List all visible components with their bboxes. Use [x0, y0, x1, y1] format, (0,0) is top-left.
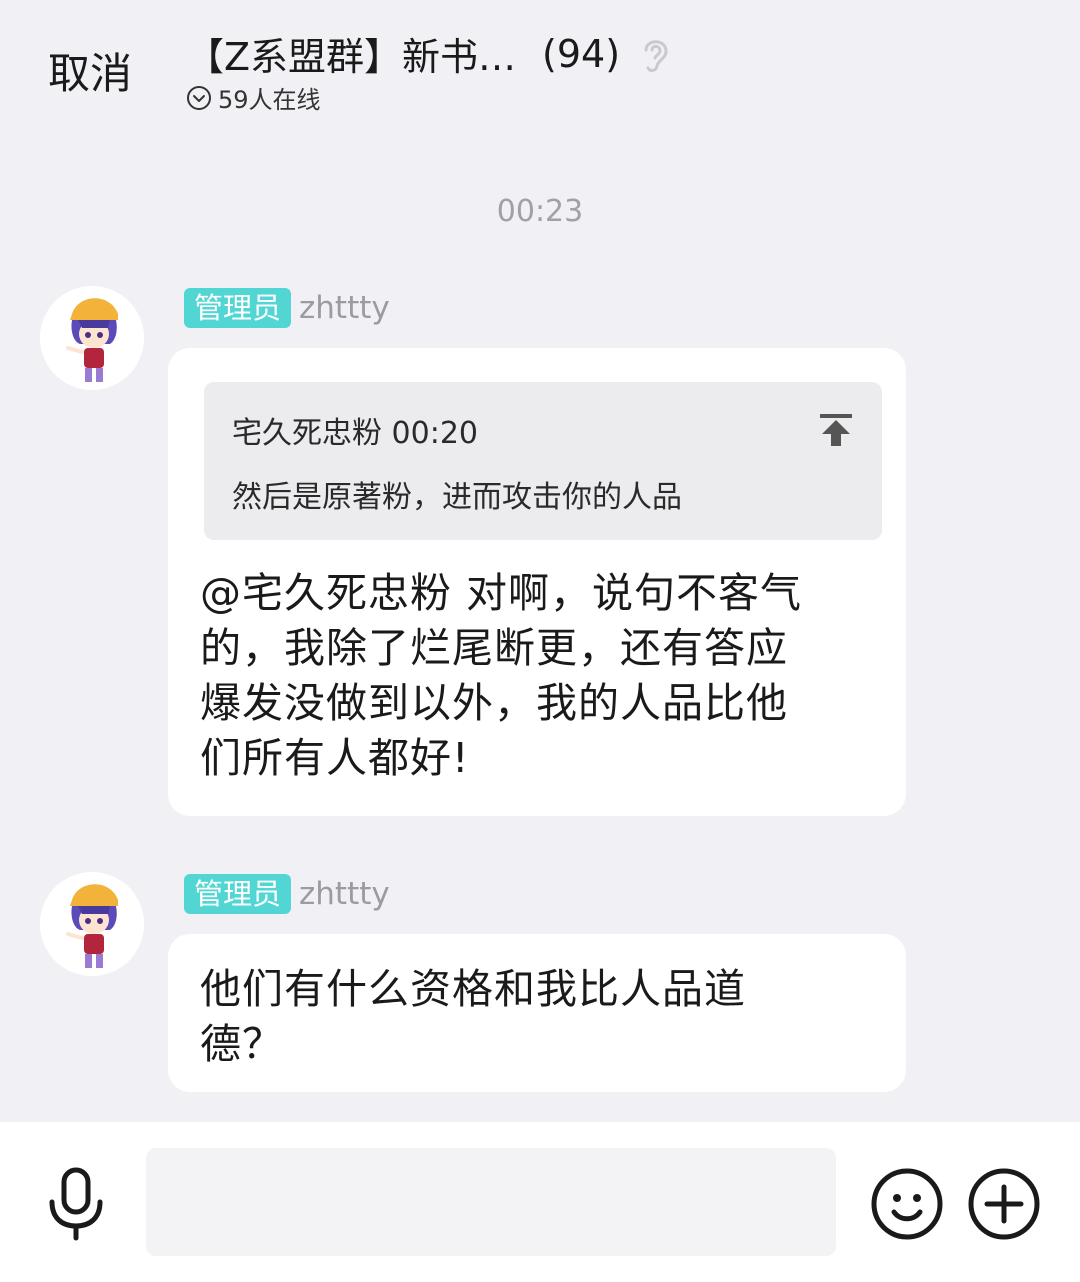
sender-line: 管理员 zhttty	[184, 288, 390, 328]
plus-circle-icon[interactable]	[967, 1167, 1041, 1241]
sender-name[interactable]: zhttty	[299, 290, 390, 326]
message-line: 的，我除了烂尾断更，还有答应	[200, 624, 788, 672]
pin-top-icon[interactable]	[816, 410, 856, 450]
message-line: 他们有什么资格和我比人品道	[200, 965, 746, 1013]
member-count: (94)	[542, 31, 621, 76]
quote-text: 然后是原著粉，进而攻击你的人品	[232, 480, 682, 515]
chevron-circle-icon	[187, 85, 211, 110]
group-title[interactable]: 【Z系盟群】新书…	[186, 26, 516, 81]
sender-line: 管理员 zhttty	[184, 874, 390, 914]
input-bar	[0, 1122, 1080, 1282]
microphone-icon[interactable]	[44, 1166, 108, 1242]
sender-name[interactable]: zhttty	[299, 876, 390, 912]
message-line: 德？	[200, 1020, 284, 1068]
message-input[interactable]	[146, 1148, 836, 1256]
message-line: @宅久死忠粉 对啊，说句不客气	[200, 569, 803, 617]
online-count-text: 59人在线	[218, 86, 321, 114]
group-title-row[interactable]: 【Z系盟群】新书… (94)	[186, 26, 672, 81]
ear-icon[interactable]	[638, 34, 672, 74]
avatar[interactable]	[40, 872, 144, 976]
message-line: 爆发没做到以外，我的人品比他	[200, 679, 788, 727]
smiley-icon[interactable]	[870, 1167, 944, 1241]
chat-header: 取消 【Z系盟群】新书… (94) 59人在线	[0, 0, 1080, 140]
message-line: 们所有人都好!	[200, 734, 470, 782]
avatar[interactable]	[40, 286, 144, 390]
quote-header: 宅久死忠粉 00:20	[232, 416, 478, 451]
message-text: 他们有什么资格和我比人品道 德？	[200, 962, 860, 1072]
message-text: @宅久死忠粉 对啊，说句不客气 的，我除了烂尾断更，还有答应 爆发没做到以外，我…	[200, 566, 860, 786]
admin-badge: 管理员	[184, 288, 292, 328]
quoted-message[interactable]: 宅久死忠粉 00:20 然后是原著粉，进而攻击你的人品	[204, 382, 882, 540]
message-timestamp: 00:23	[496, 194, 584, 229]
admin-badge: 管理员	[184, 874, 292, 914]
message-bubble[interactable]: 他们有什么资格和我比人品道 德？	[168, 934, 906, 1092]
cancel-button[interactable]: 取消	[48, 40, 132, 101]
online-status[interactable]: 59人在线	[186, 80, 321, 115]
message-bubble[interactable]: 宅久死忠粉 00:20 然后是原著粉，进而攻击你的人品 @宅久死忠粉 对啊，说句…	[168, 348, 906, 816]
